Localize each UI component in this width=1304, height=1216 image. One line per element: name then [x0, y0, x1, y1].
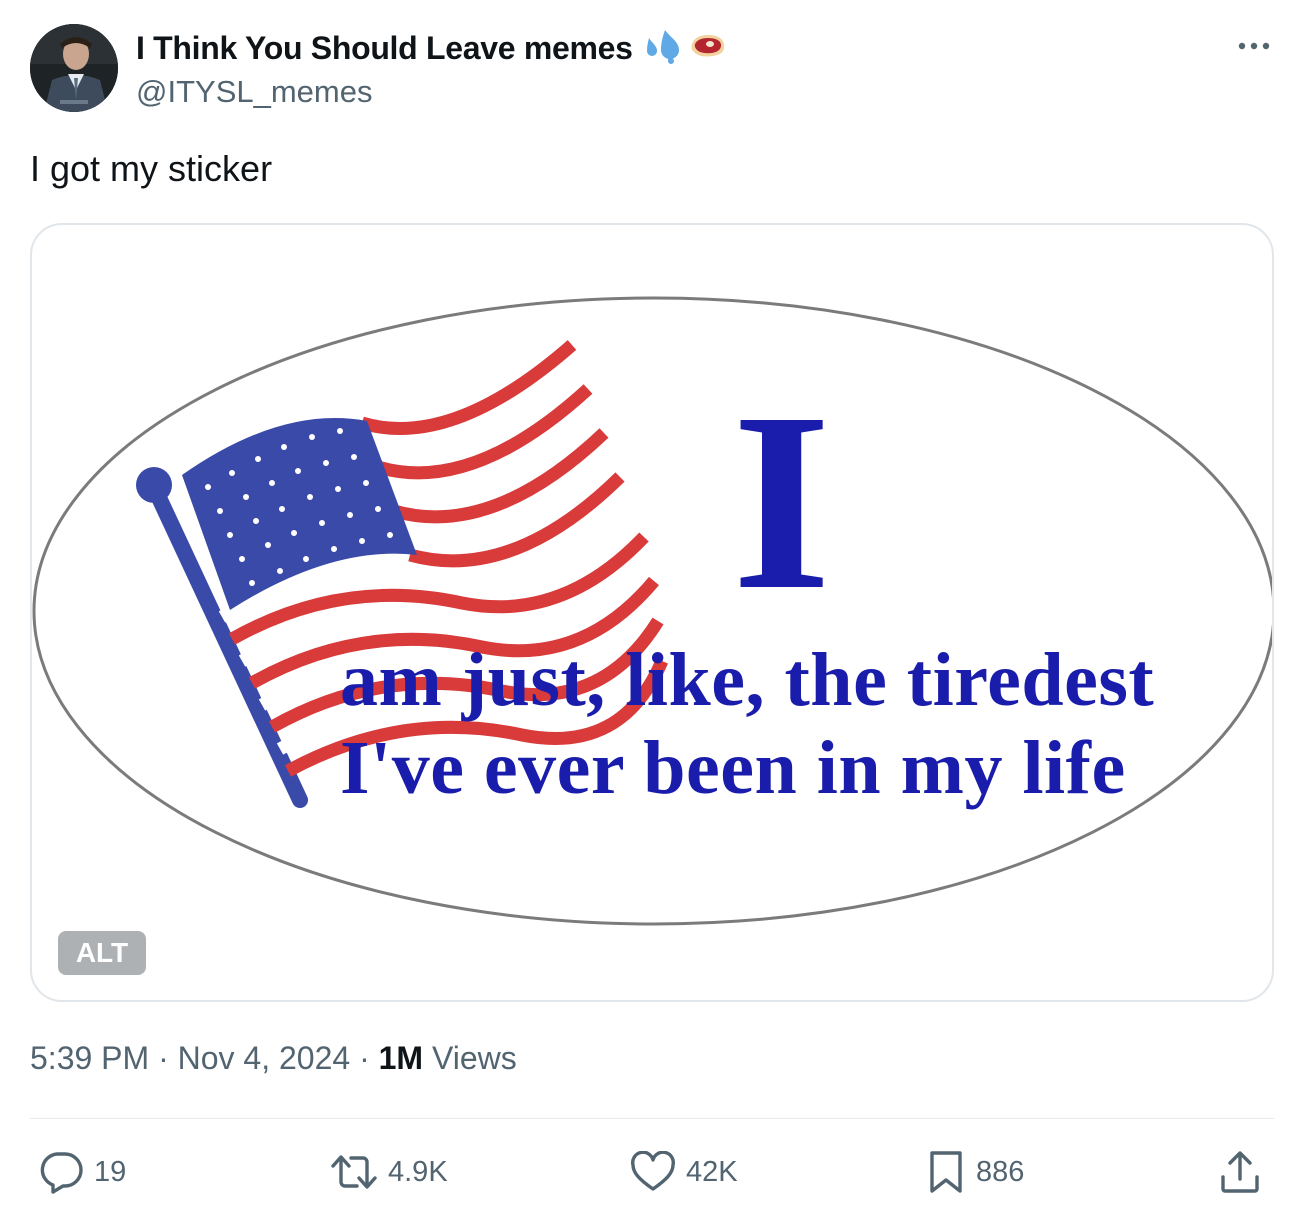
post-date[interactable]: Nov 4, 2024 — [178, 1040, 351, 1076]
meta-separator: · — [158, 1040, 169, 1076]
reply-icon — [38, 1150, 94, 1194]
sticker-headline: I — [732, 361, 832, 643]
repost-count: 4.9K — [388, 1155, 448, 1188]
views-count: 1M — [378, 1040, 424, 1076]
sweat-droplets-icon — [639, 28, 683, 69]
author-info: I Think You Should Leave memes @ITYSL_me… — [136, 28, 727, 110]
display-name[interactable]: I Think You Should Leave memes — [136, 30, 633, 67]
reply-button[interactable]: 19 — [38, 1144, 126, 1200]
alt-badge[interactable]: ALT — [58, 931, 146, 975]
share-icon — [1218, 1149, 1272, 1195]
heart-icon — [630, 1151, 686, 1193]
post-time[interactable]: 5:39 PM — [30, 1040, 149, 1076]
avatar[interactable] — [30, 24, 118, 112]
bookmark-icon — [926, 1149, 976, 1195]
author-handle[interactable]: @ITYSL_memes — [136, 74, 727, 110]
post-image[interactable]: I am just, like, the tiredest I've ever … — [30, 223, 1274, 1002]
bookmark-button[interactable]: 886 — [926, 1144, 1024, 1200]
sticker-line-2: I've ever been in my life — [340, 726, 1126, 810]
like-count: 42K — [686, 1155, 738, 1188]
sticker-graphic — [32, 296, 1272, 926]
sticker-line-1: am just, like, the tiredest — [340, 638, 1155, 722]
post-header: I Think You Should Leave memes @ITYSL_me… — [30, 24, 1276, 116]
steak-icon — [689, 32, 727, 65]
flag-finial — [136, 467, 172, 503]
repost-button[interactable]: 4.9K — [330, 1144, 448, 1200]
bookmark-count: 886 — [976, 1155, 1025, 1188]
action-bar: 19 4.9K 42K 886 — [30, 1144, 1274, 1200]
reply-count: 19 — [94, 1155, 127, 1188]
display-name-row: I Think You Should Leave memes — [136, 28, 727, 68]
divider — [30, 1118, 1274, 1119]
like-button[interactable]: 42K — [630, 1144, 738, 1200]
views-label: Views — [431, 1040, 517, 1076]
post-metadata: 5:39 PM · Nov 4, 2024 · 1M Views — [30, 1040, 517, 1077]
post-text: I got my sticker — [30, 148, 273, 189]
more-options-icon[interactable] — [1236, 36, 1272, 56]
share-button[interactable] — [1218, 1144, 1272, 1200]
meta-separator: · — [359, 1040, 370, 1076]
repost-icon — [330, 1152, 388, 1192]
